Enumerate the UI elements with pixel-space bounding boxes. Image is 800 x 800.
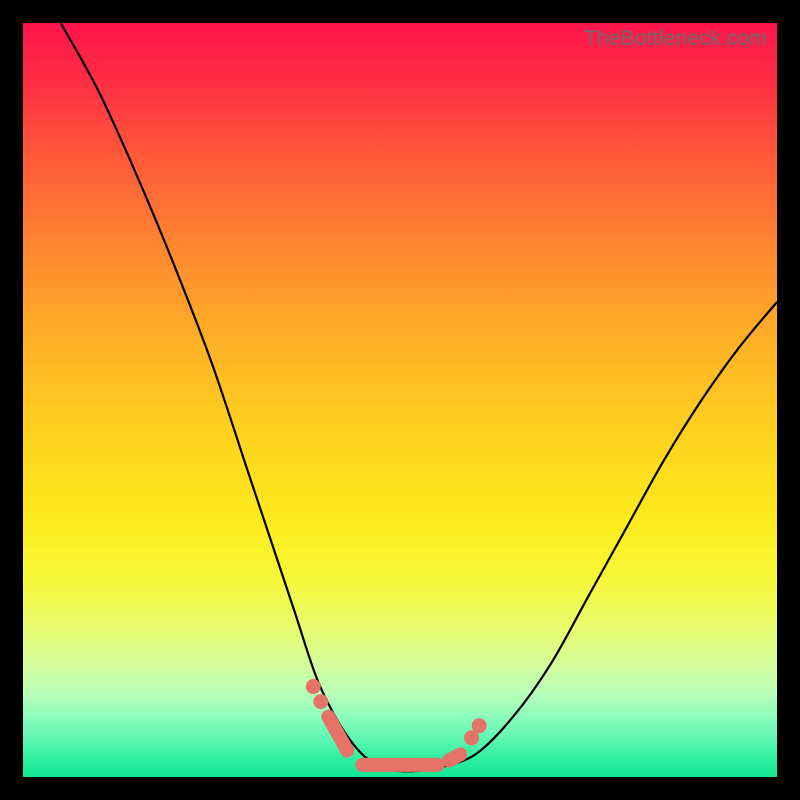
plot-area: TheBottleneck.com [23, 23, 777, 777]
up-dot-2 [472, 719, 486, 733]
bottleneck-curve [61, 23, 777, 771]
chart-frame: TheBottleneck.com [0, 0, 800, 800]
chart-overlay [23, 23, 777, 777]
up-segment [449, 754, 460, 760]
low-region-dot-1 [306, 680, 320, 694]
low-region-dot-2 [314, 695, 328, 709]
up-dot-1 [465, 731, 479, 745]
marker-group [306, 680, 486, 765]
low-region-segment [328, 717, 347, 751]
